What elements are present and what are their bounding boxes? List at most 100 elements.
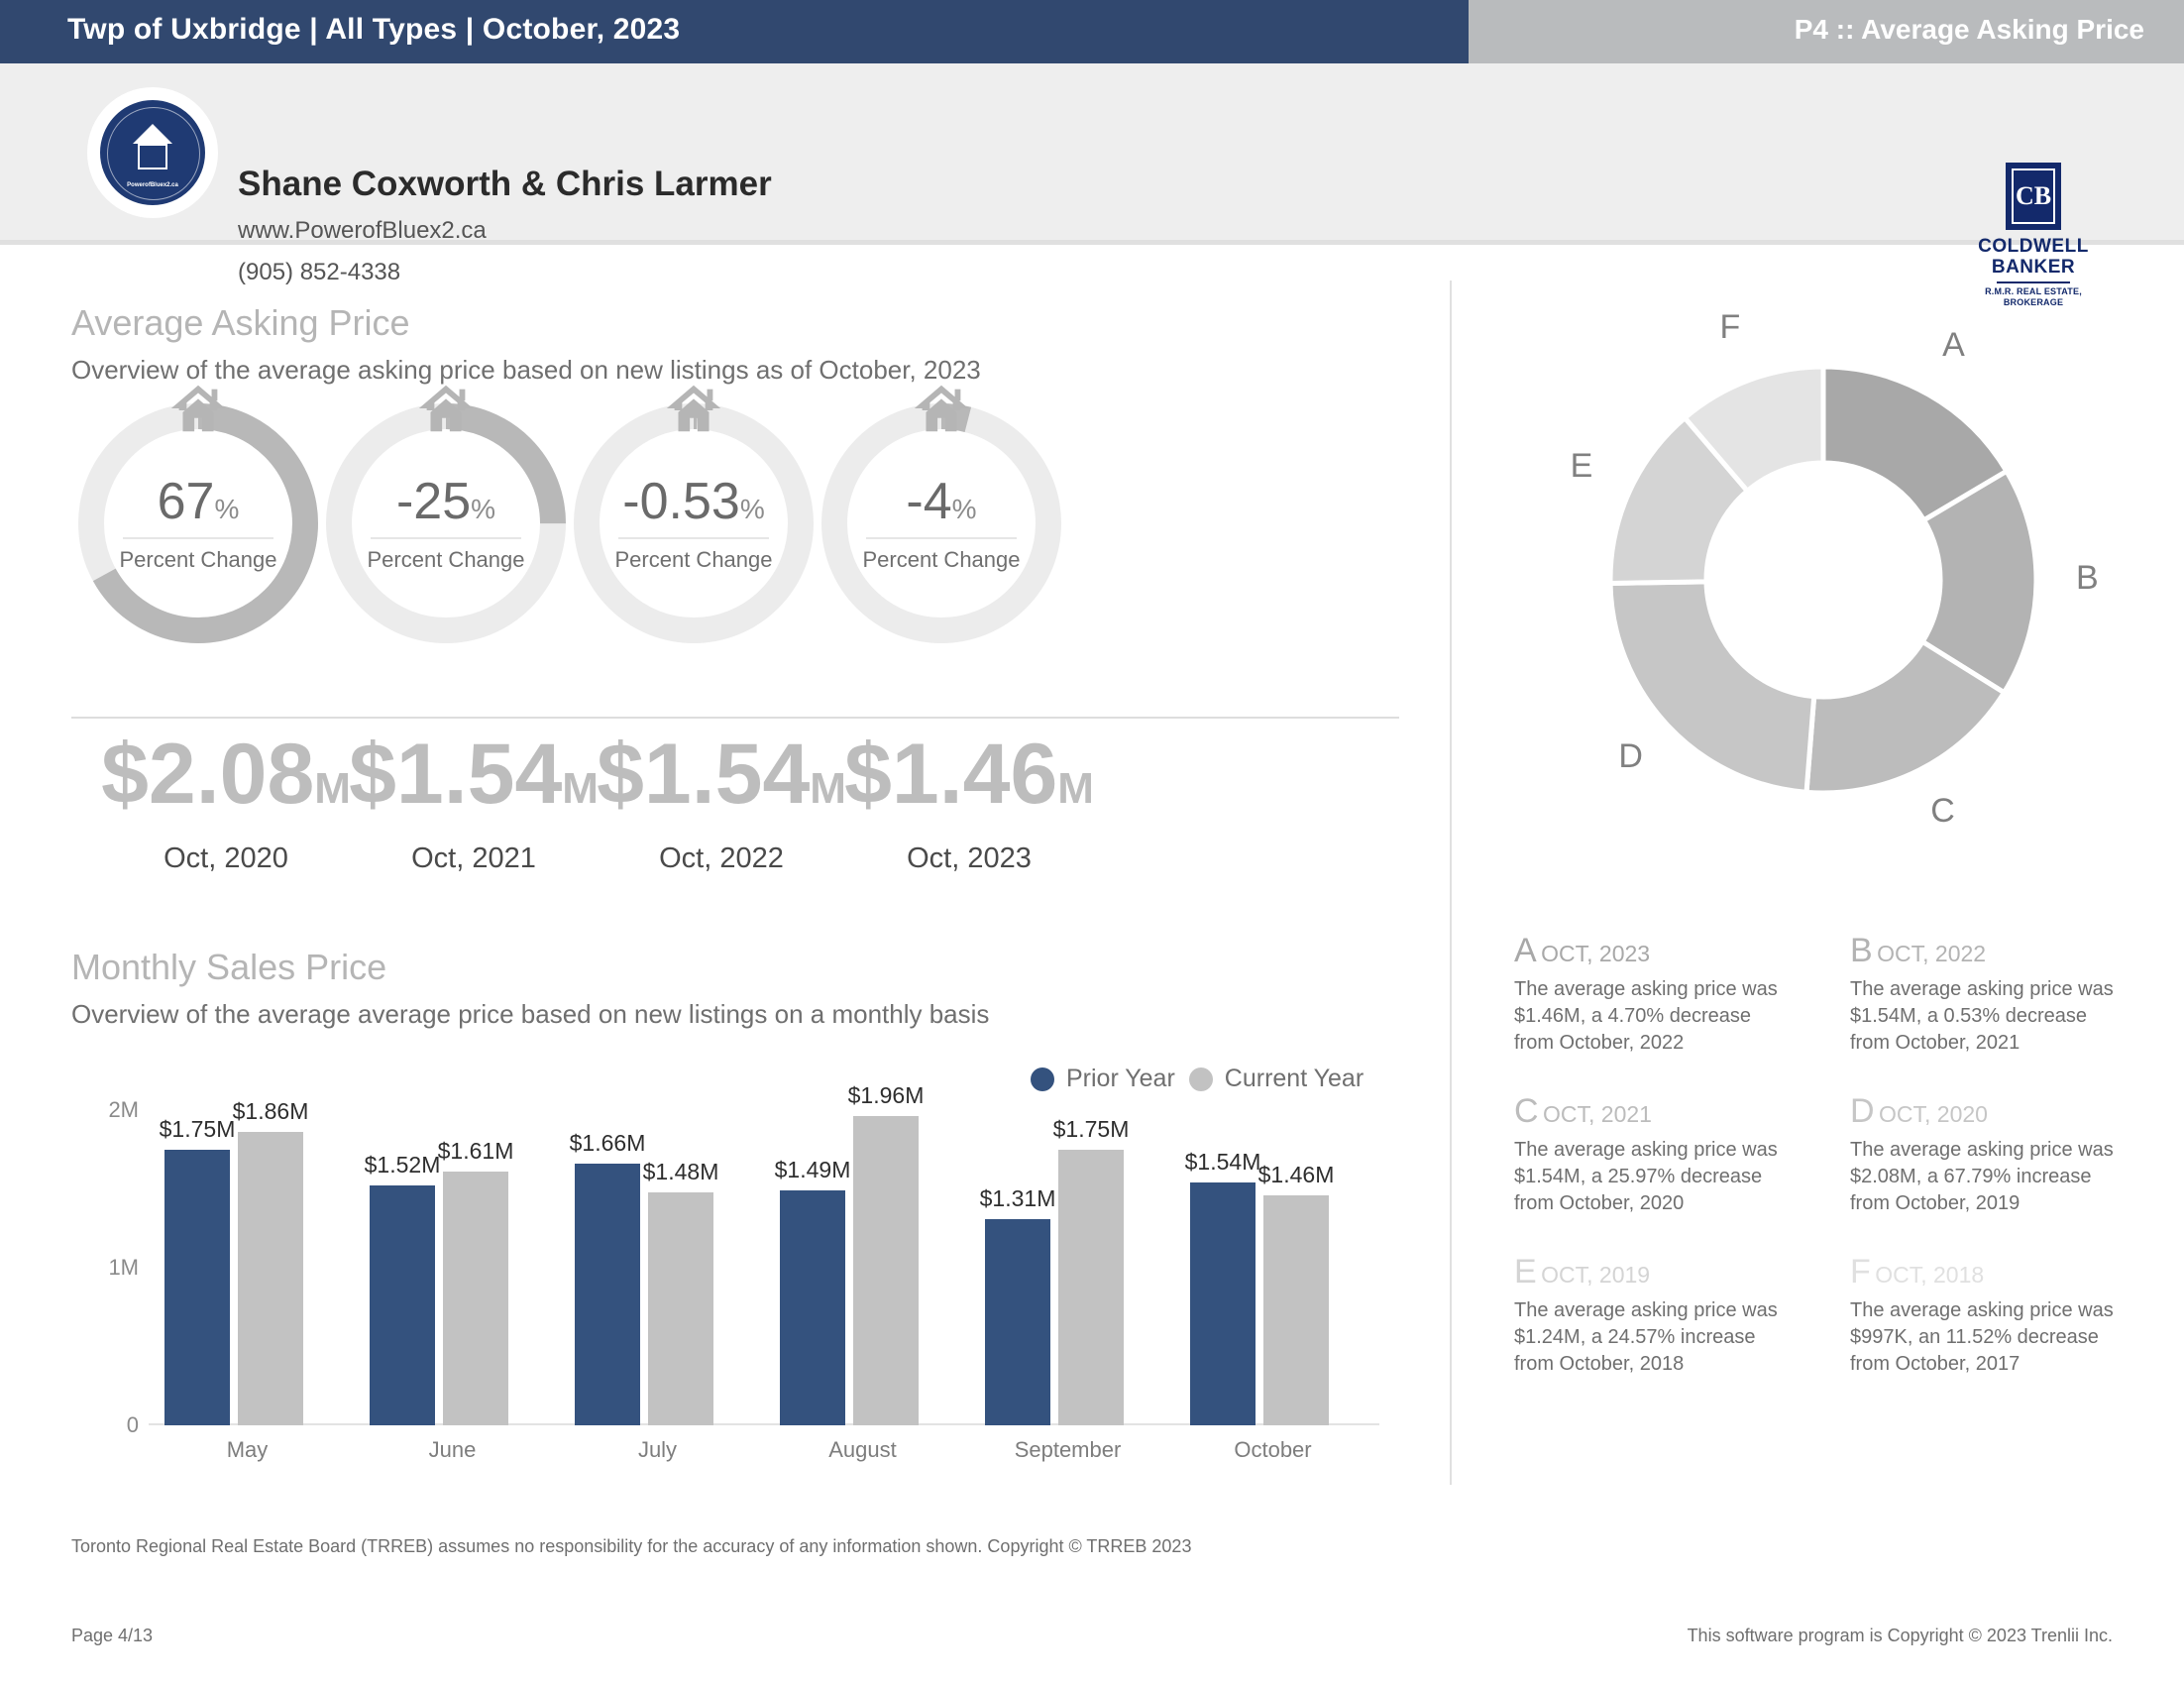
bar-september-current-year[interactable]: $1.75M <box>1053 1116 1129 1425</box>
donut-legend-body-B: The average asking price was $1.54M, a 0.… <box>1850 978 2114 1054</box>
page-section-label: P4 :: Average Asking Price <box>1794 14 2144 45</box>
donut-legend-letter: D <box>1850 1092 1875 1130</box>
bar-value-label: $1.52M <box>364 1152 441 1179</box>
donut-legend-period: OCT, 2019 <box>1541 1262 1651 1288</box>
gauge-caption-2: Percent Change <box>367 547 525 572</box>
cb-monogram: CB <box>2012 168 2055 224</box>
gauge-4: -4% Percent Change <box>815 385 1068 650</box>
house-icon <box>170 385 226 432</box>
y-tick-0: 0 <box>126 1412 139 1437</box>
bar-october-current-year[interactable]: $1.46M <box>1258 1162 1334 1425</box>
column-divider <box>1450 281 1452 1485</box>
bar-june-prior-year[interactable]: $1.52M <box>365 1152 440 1425</box>
bar-june-current-year[interactable]: $1.61M <box>438 1138 513 1425</box>
donut-legend-body-A: The average asking price was $1.46M, a 4.… <box>1514 978 1778 1054</box>
donut-legend-head-C: C OCT, 2021 <box>1514 1092 1797 1131</box>
gauge-value-1: 67% <box>157 473 240 530</box>
bar-july-prior-year[interactable]: $1.66M <box>570 1130 645 1425</box>
donut-legend-body-F: The average asking price was $997K, an 11… <box>1850 1299 2114 1375</box>
section-subheading-monthly-sales-price: Overview of the average average price ba… <box>71 999 990 1029</box>
donut-legend-letter: F <box>1850 1253 1871 1291</box>
gauge-3: -0.53% Percent Change <box>567 385 820 650</box>
title-bar: Twp of Uxbridge | All Types | October, 2… <box>0 0 2184 63</box>
bar-group-july: $1.66M $1.48M July <box>570 1110 740 1462</box>
house-icon <box>418 385 474 432</box>
bar-value-label: $1.61M <box>437 1138 514 1165</box>
donut-legend-item-E: E OCT, 2019 The average asking price was $… <box>1514 1253 1797 1378</box>
x-axis-label-october: October <box>1234 1437 1312 1462</box>
bar-july-current-year[interactable]: $1.48M <box>643 1159 718 1425</box>
bar-group-september: $1.31M $1.75M September <box>980 1110 1150 1462</box>
donut-legend-body-E: The average asking price was $1.24M, a 24… <box>1514 1299 1778 1375</box>
donut-legend-letter: A <box>1514 932 1537 969</box>
bar-value-label: $1.48M <box>642 1158 719 1184</box>
bar-group-october: $1.54M $1.46M October <box>1185 1110 1356 1462</box>
legend-item-prior-year[interactable]: Prior Year <box>1031 1065 1175 1093</box>
legend-label: Prior Year <box>1066 1065 1175 1092</box>
gauge-2: -25% Percent Change <box>319 385 573 650</box>
x-axis-label-september: September <box>1014 1437 1122 1462</box>
price-period-4: Oct, 2023 <box>907 842 1032 874</box>
x-axis-label-june: June <box>428 1437 477 1462</box>
price-value-4: $1.46M <box>844 727 1094 822</box>
bar-value-label: $1.46M <box>1257 1161 1335 1187</box>
donut-legend-letter: E <box>1514 1253 1537 1291</box>
bar-value-label: $1.75M <box>1052 1115 1130 1142</box>
donut-legend-head-E: E OCT, 2019 <box>1514 1253 1797 1292</box>
legend-label: Current Year <box>1224 1065 1365 1092</box>
page-number: Page 4/13 <box>71 1626 154 1645</box>
bar-value-label: $1.86M <box>232 1098 309 1125</box>
brokerage-logo: CB COLDWELL BANKER R.M.R. REAL ESTATE, B… <box>1974 163 2093 308</box>
price-unit: M <box>1057 764 1094 813</box>
donut-legend-period: OCT, 2022 <box>1877 941 1987 966</box>
donut-legend-period: OCT, 2018 <box>1875 1262 1985 1288</box>
donut-label-B: B <box>2075 558 2099 597</box>
bar-group-august: $1.49M $1.96M August <box>775 1082 945 1462</box>
price-block-4: $1.46M Oct, 2023 <box>791 729 1147 875</box>
legend-swatch-icon <box>1188 1067 1213 1091</box>
donut-label-C: C <box>1930 792 1955 831</box>
gauge-value-2: -25% <box>395 473 496 530</box>
gauge-value-4: -4% <box>906 473 977 530</box>
gauge-rule <box>371 537 521 539</box>
donut-legend-item-A: A OCT, 2023 The average asking price was $… <box>1514 932 1797 1057</box>
donut-legend-head-B: B OCT, 2022 <box>1850 932 2132 970</box>
bar-value-label: $1.96M <box>847 1082 925 1109</box>
house-icon <box>666 385 721 432</box>
legend-item-current-year[interactable]: Current Year <box>1188 1065 1365 1093</box>
donut-label-E: E <box>1570 447 1593 486</box>
gauge-percent-symbol: % <box>739 494 765 524</box>
bar-october-prior-year[interactable]: $1.54M <box>1185 1149 1260 1425</box>
gauge-rule <box>866 537 1017 539</box>
agent-phone[interactable]: (905) 852-4338 <box>238 259 400 286</box>
donut-legend-letter: B <box>1850 932 1873 969</box>
gauge-percent-symbol: % <box>471 494 496 524</box>
bar-september-prior-year[interactable]: $1.31M <box>980 1185 1055 1425</box>
donut-legend-body-D: The average asking price was $2.08M, a 67… <box>1850 1139 2114 1214</box>
bar-august-prior-year[interactable]: $1.49M <box>775 1157 850 1425</box>
gauge-rule <box>618 537 769 539</box>
agent-website[interactable]: www.PowerofBluex2.ca <box>238 217 487 245</box>
y-tick-1M: 1M <box>108 1255 139 1280</box>
section-heading-average-asking-price: Average Asking Price <box>71 302 410 343</box>
donut-legend-head-A: A OCT, 2023 <box>1514 932 1797 970</box>
bar-may-prior-year[interactable]: $1.75M <box>160 1116 235 1425</box>
house-icon <box>914 385 969 432</box>
bar-value-label: $1.31M <box>979 1184 1056 1211</box>
disclaimer-text: Toronto Regional Real Estate Board (TRRE… <box>71 1536 1192 1556</box>
donut-legend-item-C: C OCT, 2021 The average asking price was $… <box>1514 1092 1797 1217</box>
legend-swatch-icon <box>1031 1067 1054 1091</box>
donut-legend-letter: C <box>1514 1092 1539 1130</box>
gauge-1: 67% Percent Change <box>71 385 325 650</box>
donut-chart: A B C D E F <box>1506 297 2140 862</box>
x-axis-label-may: May <box>226 1437 269 1462</box>
donut-legend-grid: A OCT, 2023 The average asking price was $… <box>1514 932 2148 1378</box>
bar-august-current-year[interactable]: $1.96M <box>848 1082 924 1425</box>
donut-legend-item-B: B OCT, 2022 The average asking price was $… <box>1850 932 2132 1057</box>
gauge-value-3: -0.53% <box>622 473 765 530</box>
page-title: Twp of Uxbridge | All Types | October, 2… <box>67 13 681 46</box>
gauge-caption-1: Percent Change <box>119 547 277 572</box>
software-copyright: This software program is Copyright © 202… <box>1687 1626 2113 1645</box>
bar-may-current-year[interactable]: $1.86M <box>233 1098 308 1425</box>
x-axis-label-july: July <box>637 1437 678 1462</box>
